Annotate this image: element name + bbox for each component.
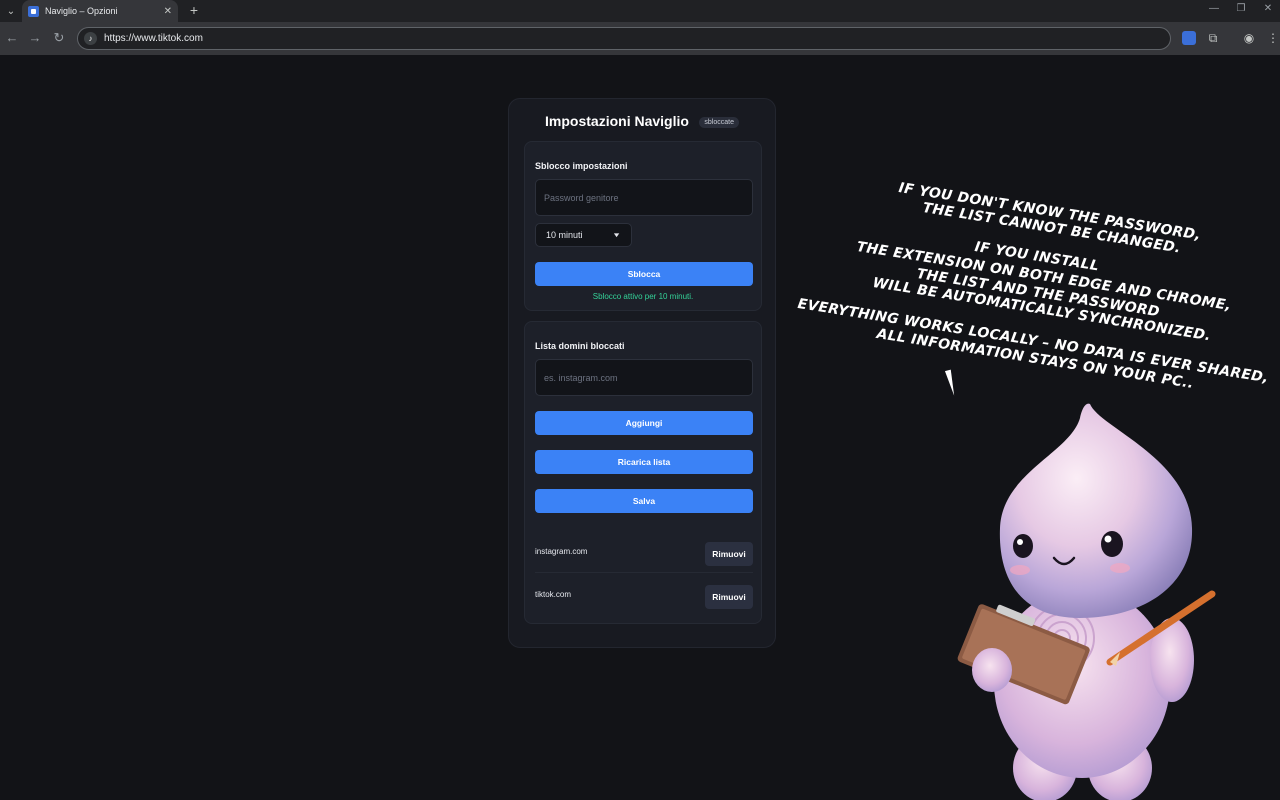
save-button[interactable]: Salva (535, 489, 753, 513)
back-icon[interactable]: ← (4, 30, 20, 46)
forward-icon[interactable]: → (27, 30, 43, 46)
profile-icon[interactable]: ◉ (1242, 31, 1256, 45)
restore-icon[interactable]: ❐ (1233, 3, 1249, 14)
minimize-icon[interactable]: — (1206, 3, 1222, 14)
card-header: Impostazioni Naviglio sbloccate (509, 113, 775, 131)
remove-button[interactable]: Rimuovi (705, 542, 753, 566)
browser-toolbar: ← → ↻ ♪ https://www.tiktok.com ⧉ ◉ ⋮ (0, 22, 1280, 55)
domain-name: tiktok.com (535, 590, 572, 599)
speech-bubble-tail (944, 369, 958, 397)
options-card: Impostazioni Naviglio sbloccate Sblocco … (508, 98, 776, 648)
status-badge: sbloccate (699, 117, 739, 128)
domain-name: instagram.com (535, 547, 588, 556)
blocklist-section: Lista domini bloccati Aggiungi Ricarica … (524, 321, 762, 624)
extensions-puzzle-icon[interactable]: ⧉ (1206, 31, 1220, 45)
site-info-icon[interactable]: ♪ (84, 32, 97, 45)
reload-list-button[interactable]: Ricarica lista (535, 450, 753, 474)
list-item: instagram.com Rimuovi (535, 542, 753, 582)
domain-input[interactable] (535, 359, 753, 396)
close-window-icon[interactable]: ✕ (1260, 3, 1276, 14)
url-text: https://www.tiktok.com (104, 33, 203, 44)
new-tab-icon[interactable]: + (186, 2, 202, 18)
divider (535, 572, 753, 573)
tab-strip: ⌄ Naviglio – Opzioni ✕ + — ❐ ✕ (0, 0, 1280, 22)
extension-favicon-icon (28, 5, 39, 17)
chevron-down-icon: ▼ (612, 231, 621, 239)
password-field[interactable] (535, 179, 753, 216)
add-domain-button[interactable]: Aggiungi (535, 411, 753, 435)
menu-icon[interactable]: ⋮ (1266, 31, 1280, 45)
unlock-section-title: Sblocco impostazioni (535, 161, 628, 171)
tab-active[interactable]: Naviglio – Opzioni ✕ (22, 0, 178, 22)
duration-select-value: 10 minuti (546, 230, 583, 240)
address-bar[interactable]: ♪ https://www.tiktok.com (77, 27, 1171, 50)
list-item: tiktok.com Rimuovi (535, 585, 753, 625)
unlock-button[interactable]: Sblocca (535, 262, 753, 286)
blocklist-section-title: Lista domini bloccati (535, 341, 625, 351)
tab-title: Naviglio – Opzioni (45, 6, 118, 16)
unlock-section: Sblocco impostazioni 10 minuti ▼ Sblocca… (524, 141, 762, 311)
duration-select[interactable]: 10 minuti ▼ (535, 223, 632, 247)
naviglio-extension-icon[interactable] (1182, 31, 1196, 45)
reload-icon[interactable]: ↻ (51, 30, 67, 46)
tab-search-icon[interactable]: ⌄ (3, 3, 19, 19)
mascot-illustration (957, 403, 1216, 800)
close-tab-icon[interactable]: ✕ (164, 6, 172, 17)
page-title: Impostazioni Naviglio (545, 113, 689, 129)
unlock-status: Sblocco attivo per 10 minuti. (592, 292, 694, 301)
remove-button[interactable]: Rimuovi (705, 585, 753, 609)
